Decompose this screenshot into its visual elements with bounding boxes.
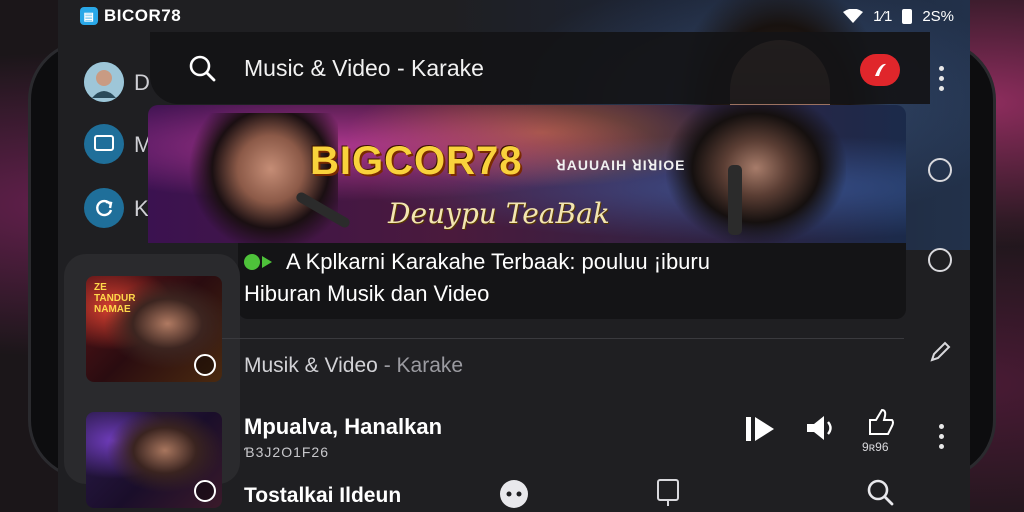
divider [222, 338, 904, 339]
banner-subtitle: ꓤAUUAIH ꓤIꓤIOE [556, 157, 686, 173]
status-bar: ▤ BICOR78 1⁄1 2S% [80, 6, 954, 26]
rail-label-3: K [134, 196, 149, 221]
list-item-subtitle: Ɓ3J2O1F26 [244, 444, 329, 460]
microphone-stand-icon [728, 165, 742, 235]
avatar-icon [84, 62, 124, 102]
item-more-icon[interactable] [938, 424, 944, 449]
search-bar[interactable]: Music & Video - Karake [150, 32, 930, 104]
brand-name: BICOR78 [104, 6, 182, 25]
search-title: Music & Video - Karake [244, 54, 484, 81]
section-label-muted: - Karake [377, 354, 464, 377]
list-item-title[interactable]: Mpualva, Hanalkan [244, 414, 442, 440]
rail-item-screen[interactable] [84, 124, 124, 164]
volume-icon[interactable] [804, 412, 836, 444]
like-count: 9ʀ96 [862, 440, 889, 454]
app-logo-icon: ▤ [80, 7, 98, 25]
status-indicators: 1⁄1 2S% [843, 8, 954, 25]
banner-script-text: Deuypu TeaBak [388, 197, 610, 230]
wifi-icon [843, 9, 864, 23]
radio-option-2[interactable] [928, 248, 952, 272]
section-label-main: Musik & Video [244, 354, 378, 377]
status-brand: ▤ BICOR78 [80, 6, 181, 26]
more-options-icon[interactable] [938, 66, 944, 91]
bottom-nav-tablet-icon[interactable] [656, 478, 680, 508]
video-thumbnail-1[interactable]: ZE TANDUR NAMAE [86, 276, 222, 382]
list-item-title-2[interactable]: Tostalkai Ildeun [244, 484, 401, 508]
select-circle-icon[interactable] [194, 480, 216, 502]
bottom-nav-search-icon[interactable] [866, 478, 894, 508]
card-line1: A Kplkarni Karakahe Terbaak: pouluu ¡ibu… [286, 249, 710, 274]
record-button[interactable] [860, 54, 900, 86]
section-label: Musik & Video - Karake [244, 354, 463, 378]
battery-icon [902, 8, 913, 24]
rail-label-1: D [134, 70, 150, 95]
search-icon[interactable] [188, 54, 216, 82]
brand-logo-icon [875, 63, 886, 76]
select-circle-icon[interactable] [194, 354, 216, 376]
singer-boy-image [666, 105, 846, 243]
avatar[interactable] [84, 62, 124, 102]
rail-item-refresh[interactable] [84, 188, 124, 228]
play-next-icon[interactable] [744, 414, 778, 444]
bottom-nav-chat-icon[interactable] [498, 478, 530, 510]
play-badge-icon [244, 254, 272, 270]
screen-icon [94, 135, 114, 151]
banner-title: BIGCOR78 [310, 139, 523, 183]
refresh-icon [96, 199, 113, 217]
like-icon[interactable] [866, 408, 896, 436]
card-line2: Hiburan Musik dan Video [244, 281, 490, 306]
video-thumbnail-2[interactable] [86, 412, 222, 508]
battery-text: 2S% [922, 7, 954, 25]
hero-banner[interactable]: BIGCOR78 ꓤAUUAIH ꓤIꓤIOE Deuypu TeaBak [148, 105, 906, 243]
radio-option-1[interactable] [928, 158, 952, 182]
pencil-icon[interactable] [928, 340, 952, 364]
feature-card[interactable]: A Kplkarni Karakahe Terbaak: pouluu ¡ibu… [238, 243, 906, 319]
signal-icon: 1⁄1 [873, 7, 893, 25]
card-headline: A Kplkarni Karakahe Terbaak: pouluu ¡ibu… [244, 249, 710, 275]
thumbnail-text: ZE TANDUR NAMAE [94, 282, 136, 315]
